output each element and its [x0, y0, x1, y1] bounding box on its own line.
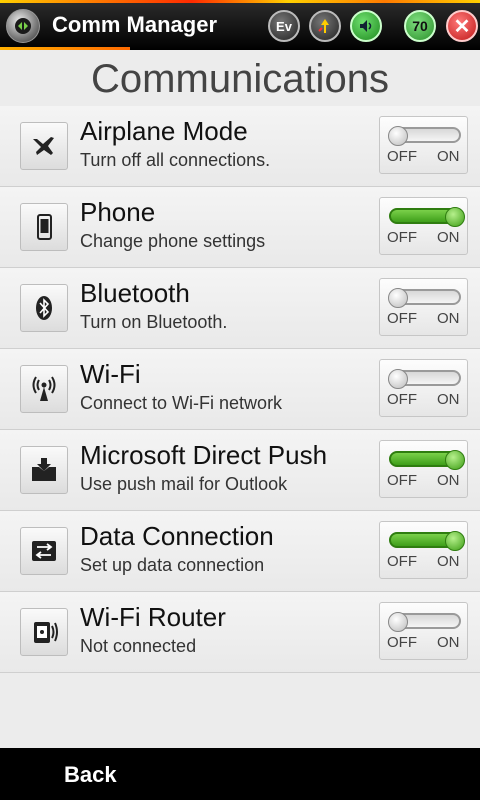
- toggle-off-label: OFF: [387, 310, 417, 327]
- data-connection-toggle[interactable]: OFF ON: [379, 521, 468, 579]
- item-subtitle: Use push mail for Outlook: [80, 474, 288, 494]
- phone-toggle[interactable]: OFF ON: [379, 197, 468, 255]
- title-bar: Comm Manager Ev 70 ✕: [0, 0, 480, 50]
- list-item-direct-push[interactable]: Microsoft Direct Push Use push mail for …: [0, 430, 480, 511]
- phone-icon: [20, 203, 68, 251]
- airplane-icon: [20, 122, 68, 170]
- volume-icon[interactable]: [350, 10, 382, 42]
- list-item-wifi[interactable]: Wi-Fi Connect to Wi-Fi network OFF ON: [0, 349, 480, 430]
- toggle-on-label: ON: [437, 310, 460, 327]
- list-item-data-connection[interactable]: Data Connection Set up data connection O…: [0, 511, 480, 592]
- toggle-track: [389, 531, 465, 551]
- toggle-track: [388, 288, 461, 308]
- bluetooth-toggle[interactable]: OFF ON: [379, 278, 468, 336]
- toggle-off-label: OFF: [387, 148, 417, 165]
- item-subtitle: Connect to Wi-Fi network: [80, 393, 283, 413]
- push-mail-icon: [20, 446, 68, 494]
- app-title: Comm Manager: [52, 12, 218, 37]
- ev-data-icon[interactable]: Ev: [268, 10, 300, 42]
- item-subtitle: Not connected: [80, 636, 197, 656]
- item-title: Bluetooth: [80, 278, 190, 308]
- toggle-knob: [445, 450, 465, 470]
- wifi-router-icon: [20, 608, 68, 656]
- toggle-off-label: OFF: [387, 229, 417, 246]
- list-item-phone[interactable]: Phone Change phone settings OFF ON: [0, 187, 480, 268]
- toggle-knob: [388, 288, 408, 308]
- item-subtitle: Turn on Bluetooth.: [80, 312, 228, 332]
- item-title: Phone: [80, 197, 156, 227]
- toggle-track: [388, 612, 461, 632]
- toggle-on-label: ON: [437, 634, 460, 651]
- toggle-off-label: OFF: [387, 553, 417, 570]
- toggle-on-label: ON: [437, 148, 460, 165]
- toggle-on-label: ON: [437, 391, 460, 408]
- item-subtitle: Set up data connection: [80, 555, 265, 575]
- toggle-knob: [445, 207, 465, 227]
- communications-list: Airplane Mode Turn off all connections. …: [0, 106, 480, 673]
- toggle-on-label: ON: [437, 472, 460, 489]
- wifi-icon: [20, 365, 68, 413]
- toggle-track: [388, 126, 461, 146]
- list-item-bluetooth[interactable]: Bluetooth Turn on Bluetooth. OFF ON: [0, 268, 480, 349]
- bluetooth-icon: [20, 284, 68, 332]
- page-title: Communications: [0, 52, 480, 107]
- bottom-bar: Back: [0, 748, 480, 800]
- item-title: Wi-Fi Router: [80, 602, 226, 632]
- item-title: Microsoft Direct Push: [80, 440, 328, 470]
- toggle-knob: [445, 531, 465, 551]
- airplane-mode-toggle[interactable]: OFF ON: [379, 116, 468, 174]
- toggle-on-label: ON: [437, 229, 460, 246]
- toggle-on-label: ON: [437, 553, 460, 570]
- close-icon[interactable]: ✕: [446, 10, 478, 42]
- toggle-off-label: OFF: [387, 472, 417, 489]
- signal-icon[interactable]: [309, 10, 341, 42]
- data-connection-icon: [20, 527, 68, 575]
- toggle-off-label: OFF: [387, 391, 417, 408]
- toggle-track: [389, 450, 465, 470]
- item-title: Wi-Fi: [80, 359, 141, 389]
- battery-icon[interactable]: 70: [404, 10, 436, 42]
- item-title: Data Connection: [80, 521, 274, 551]
- back-button[interactable]: Back: [64, 762, 117, 788]
- wifi-router-toggle[interactable]: OFF ON: [379, 602, 468, 660]
- toggle-knob: [388, 369, 408, 389]
- list-item-airplane-mode[interactable]: Airplane Mode Turn off all connections. …: [0, 106, 480, 187]
- windows-logo-icon[interactable]: [6, 9, 40, 43]
- item-subtitle: Turn off all connections.: [80, 150, 271, 170]
- title-accent-line: [0, 47, 130, 50]
- item-title: Airplane Mode: [80, 116, 248, 146]
- direct-push-toggle[interactable]: OFF ON: [379, 440, 468, 498]
- toggle-track: [389, 207, 465, 227]
- item-subtitle: Change phone settings: [80, 231, 266, 251]
- toggle-off-label: OFF: [387, 634, 417, 651]
- list-item-wifi-router[interactable]: Wi-Fi Router Not connected OFF ON: [0, 592, 480, 673]
- toggle-track: [388, 369, 461, 389]
- wifi-toggle[interactable]: OFF ON: [379, 359, 468, 417]
- toggle-knob: [388, 612, 408, 632]
- toggle-knob: [388, 126, 408, 146]
